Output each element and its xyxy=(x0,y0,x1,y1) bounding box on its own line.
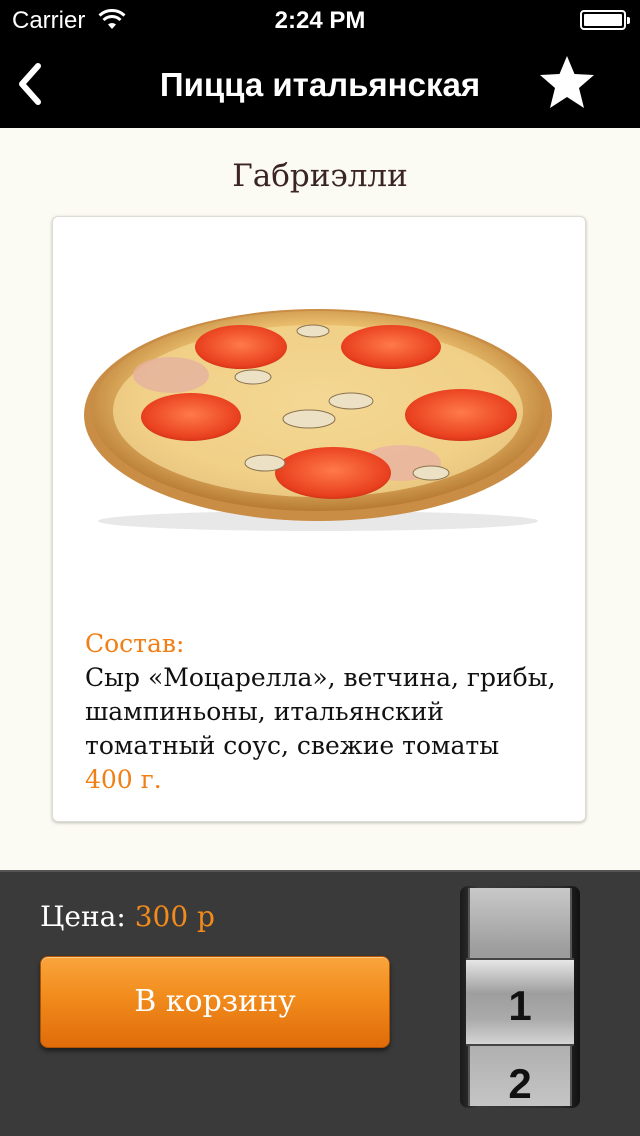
add-to-cart-button[interactable]: В корзину xyxy=(40,956,390,1048)
picker-value-selected[interactable]: 1 xyxy=(470,982,570,1030)
back-button[interactable] xyxy=(10,58,54,110)
item-name: Габриэлли xyxy=(232,158,408,194)
clock: 2:24 PM xyxy=(274,7,366,34)
favorite-button[interactable] xyxy=(536,52,598,112)
page-title: Пицца итальянская xyxy=(159,66,481,103)
order-panel: Цена: 300 р В корзину 1 2 xyxy=(0,870,640,1136)
navigation-bar: Пицца итальянская xyxy=(0,40,640,128)
ingredients-text: Сыр «Моцарелла», ветчина, грибы, шампинь… xyxy=(85,663,556,760)
price-value: 300 р xyxy=(134,900,215,933)
chevron-left-icon xyxy=(19,63,41,105)
picker-value-next[interactable]: 2 xyxy=(470,1060,570,1108)
picker-wheel[interactable]: 1 2 xyxy=(466,888,574,1108)
price: Цена: 300 р xyxy=(40,900,215,933)
price-label: Цена: xyxy=(40,900,135,933)
item-weight: 400 г. xyxy=(85,765,162,794)
ingredients-label: Состав: xyxy=(85,629,185,658)
pizza-photo xyxy=(84,309,552,531)
item-card: Состав: Сыр «Моцарелла», ветчина, грибы,… xyxy=(52,216,586,822)
item-description: Состав: Сыр «Моцарелла», ветчина, грибы,… xyxy=(85,627,575,797)
status-bar: Carrier 2:24 PM xyxy=(0,0,640,40)
battery-icon xyxy=(580,10,630,30)
quantity-picker[interactable]: 1 2 xyxy=(460,886,580,1108)
star-icon xyxy=(540,56,594,108)
